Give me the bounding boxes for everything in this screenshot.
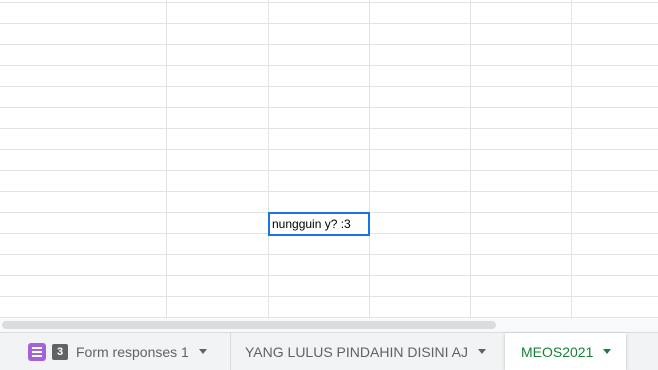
tab-yang-lulus[interactable]: YANG LULUS PINDAHIN DISINI AJ bbox=[230, 333, 500, 370]
row-divider bbox=[0, 296, 658, 297]
active-cell[interactable]: nungguin y? :3 bbox=[268, 212, 370, 236]
chevron-down-icon[interactable] bbox=[603, 349, 612, 354]
tab-label: Form responses 1 bbox=[76, 343, 189, 360]
form-icon bbox=[28, 342, 46, 361]
spreadsheet-grid[interactable]: nungguin y? :3 bbox=[0, 0, 658, 319]
sheet-tab-bar: 3 Form responses 1 YANG LULUS PINDAHIN D… bbox=[0, 332, 658, 370]
row-divider bbox=[0, 65, 658, 66]
response-count-badge: 3 bbox=[52, 343, 68, 360]
column-divider bbox=[268, 0, 269, 319]
row-divider bbox=[0, 317, 658, 318]
chevron-down-icon[interactable] bbox=[198, 349, 207, 354]
column-divider bbox=[369, 0, 370, 319]
row-divider bbox=[0, 2, 658, 3]
column-divider bbox=[166, 0, 167, 319]
tab-meos2021[interactable]: MEOS2021 bbox=[505, 333, 626, 370]
row-divider bbox=[0, 149, 658, 150]
row-divider bbox=[0, 107, 658, 108]
tab-label: YANG LULUS PINDAHIN DISINI AJ bbox=[245, 343, 469, 360]
tab-label: MEOS2021 bbox=[521, 343, 594, 360]
row-divider bbox=[0, 275, 658, 276]
chevron-down-icon[interactable] bbox=[478, 349, 487, 354]
active-cell-text: nungguin y? :3 bbox=[272, 217, 351, 231]
column-divider bbox=[470, 0, 471, 319]
horizontal-scrollbar-thumb[interactable] bbox=[2, 321, 496, 329]
tab-form-responses-1[interactable]: 3 Form responses 1 bbox=[14, 333, 222, 370]
row-divider bbox=[0, 44, 658, 45]
row-divider bbox=[0, 170, 658, 171]
row-divider bbox=[0, 128, 658, 129]
column-divider bbox=[571, 0, 572, 319]
row-divider bbox=[0, 86, 658, 87]
row-divider bbox=[0, 254, 658, 255]
row-divider bbox=[0, 23, 658, 24]
row-divider bbox=[0, 191, 658, 192]
